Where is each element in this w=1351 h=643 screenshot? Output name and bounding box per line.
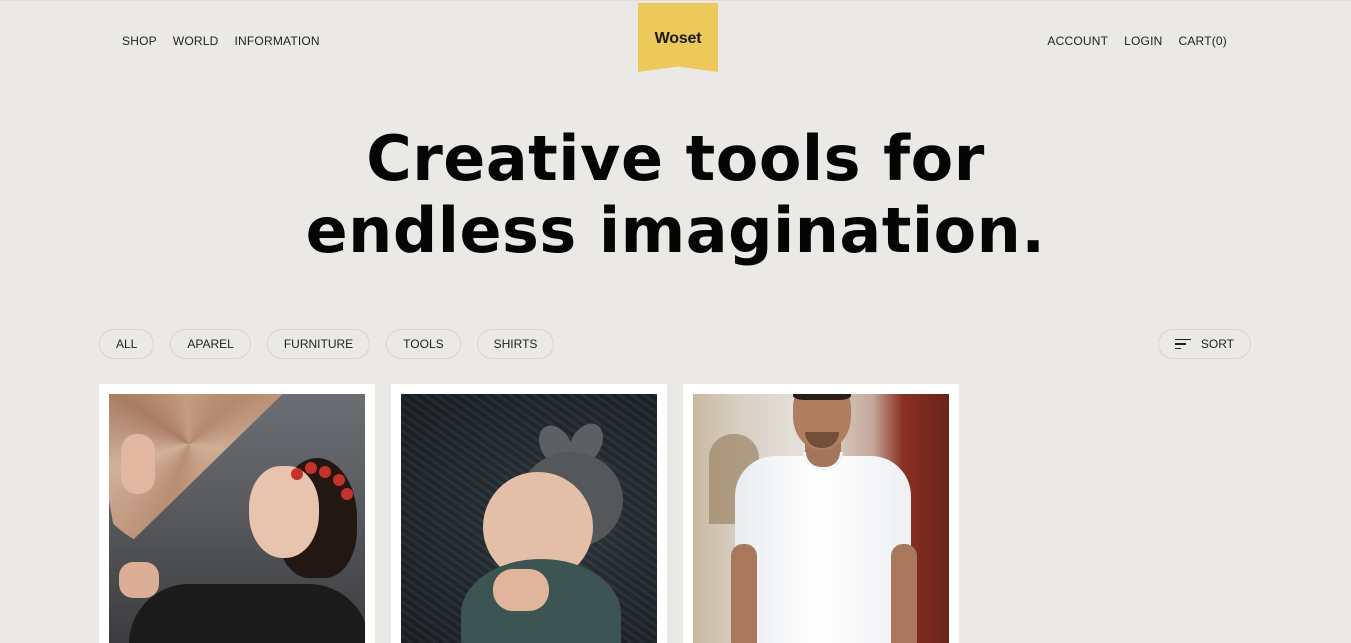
filter-tools[interactable]: TOOLS: [386, 329, 461, 359]
product-card-baby[interactable]: [391, 384, 667, 643]
product-image-woman-fan: [109, 394, 365, 643]
sort-icon: [1174, 338, 1191, 350]
product-card-woman-fan[interactable]: [99, 384, 375, 643]
filter-shirts[interactable]: SHIRTS: [476, 329, 555, 359]
hero-line-2: endless imagination.: [305, 194, 1046, 267]
product-image-baby: [401, 394, 657, 643]
filter-apparel[interactable]: APAREL: [170, 329, 251, 359]
product-image-tshirt: [693, 394, 949, 643]
nav-link-shop[interactable]: SHOP: [122, 34, 157, 48]
product-card-tshirt[interactable]: [683, 384, 959, 643]
hero-line-1: Creative tools for: [366, 122, 985, 195]
filter-furniture[interactable]: FURNITURE: [266, 329, 371, 359]
category-filters: ALL APAREL FURNITURE TOOLS SHIRTS: [99, 329, 555, 359]
account-nav: ACCOUNT LOGIN CART(0): [1047, 34, 1227, 48]
sort-button[interactable]: SORT: [1157, 329, 1251, 359]
nav-link-information[interactable]: INFORMATION: [234, 34, 319, 48]
logo-badge[interactable]: Woset: [638, 3, 718, 72]
sort-label: SORT: [1200, 337, 1234, 351]
nav-link-cart[interactable]: CART(0): [1178, 34, 1227, 48]
product-grid: [99, 384, 959, 643]
hero-heading: Creative tools for endless imagination.: [0, 123, 1351, 267]
nav-link-world[interactable]: WORLD: [173, 34, 219, 48]
nav-link-account[interactable]: ACCOUNT: [1047, 34, 1108, 48]
primary-nav: SHOP WORLD INFORMATION: [122, 34, 320, 48]
nav-link-login[interactable]: LOGIN: [1124, 34, 1162, 48]
filter-all[interactable]: ALL: [99, 329, 155, 359]
